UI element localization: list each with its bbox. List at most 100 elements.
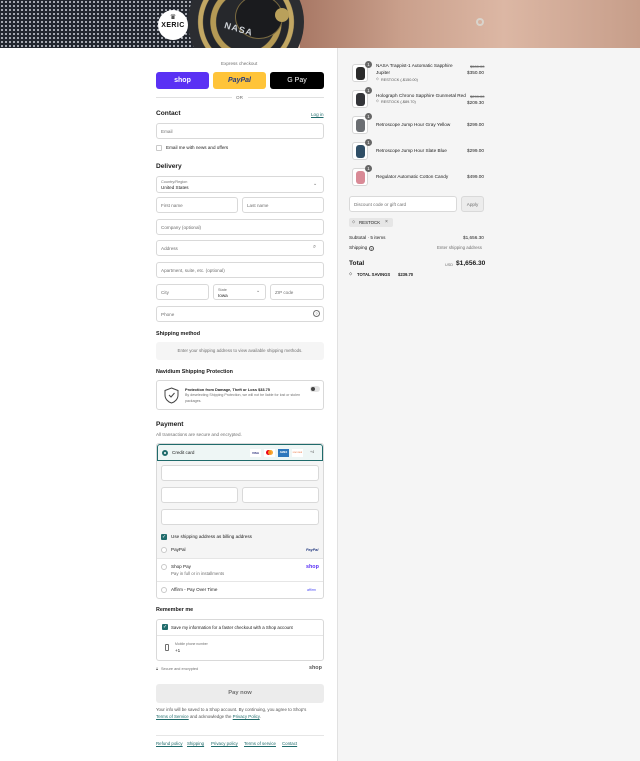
cart-item-thumbnail: 1 bbox=[352, 165, 372, 186]
hero-watch-subdial bbox=[275, 8, 289, 22]
footer-terms-link[interactable]: Terms of service bbox=[244, 741, 276, 746]
protection-card: Protection from Damage, Theft or Loss $3… bbox=[156, 380, 324, 410]
help-icon[interactable]: ? bbox=[313, 310, 320, 317]
express-checkout-label: Express checkout bbox=[221, 61, 258, 66]
cart-item-price: $299.00 bbox=[467, 122, 484, 127]
apply-button[interactable]: Apply bbox=[461, 196, 484, 212]
quantity-badge: 1 bbox=[365, 87, 372, 94]
city-field[interactable]: City bbox=[156, 284, 209, 300]
paypal-option-label[interactable]: PayPal bbox=[171, 547, 186, 552]
contact-title: Contact bbox=[156, 110, 181, 117]
state-value: Iowa bbox=[218, 293, 228, 298]
address-field[interactable]: Address bbox=[156, 240, 324, 256]
credit-card-option[interactable]: Credit card VISA AMEX DISCOVER +4 bbox=[157, 444, 323, 461]
visa-icon: VISA bbox=[250, 449, 261, 457]
disclaimer-and: and acknowledge the bbox=[189, 714, 232, 719]
protection-toggle[interactable] bbox=[310, 386, 320, 392]
cart-item-name: Retroscope Jump Hour Gray Yellow bbox=[376, 122, 451, 127]
brand-logo-text: XERIC bbox=[161, 22, 185, 29]
cart-item-price: $209.30 bbox=[467, 100, 484, 105]
tag-icon: ⬦ bbox=[349, 271, 353, 276]
shop-pay-button[interactable]: shop bbox=[156, 72, 209, 89]
name-on-card-field[interactable] bbox=[161, 509, 319, 525]
cart-item-name: Retroscope Jump Hour Slate Blue bbox=[376, 148, 447, 153]
company-field[interactable]: Company (optional) bbox=[156, 219, 324, 235]
news-checkbox[interactable] bbox=[156, 145, 162, 151]
cart-item-name: Holograph Chrono Sapphire Gunmetal Red bbox=[376, 93, 466, 98]
protection-line1: Protection from Damage, Theft or Loss $3… bbox=[185, 387, 270, 392]
paypal-radio[interactable] bbox=[161, 547, 167, 553]
hero-ring bbox=[476, 18, 484, 26]
cart-item-name: NASA Trappist-1 Automatic Sapphire bbox=[376, 63, 453, 68]
pay-now-button[interactable]: Pay now bbox=[156, 684, 324, 703]
phone-icon bbox=[165, 644, 169, 651]
cart-item-discount: RESTOCK (-$150.00) bbox=[381, 78, 418, 82]
affirm-option-label[interactable]: Affirm - Pay Over Time bbox=[171, 587, 217, 592]
shop-pay-radio[interactable] bbox=[161, 564, 167, 570]
watch-image bbox=[356, 93, 365, 106]
total-savings-value: $239.70 bbox=[398, 272, 414, 277]
discount-code-field[interactable]: Discount code or gift card bbox=[349, 196, 457, 212]
disclaimer-line1: Your info will be saved to a Shop accoun… bbox=[156, 707, 307, 712]
security-code-field[interactable] bbox=[242, 487, 319, 503]
login-link[interactable]: Log in bbox=[311, 112, 324, 117]
card-number-field[interactable] bbox=[161, 465, 319, 481]
subtotal-label: Subtotal · 5 items bbox=[349, 235, 386, 240]
tag-icon: ⬦ bbox=[376, 77, 379, 81]
disclaimer-line2: Terms of Service and acknowledge the Pri… bbox=[156, 714, 261, 719]
secure-label: Secure and encrypted bbox=[161, 667, 199, 671]
chevron-down-icon: ⌄ bbox=[256, 288, 261, 294]
remember-divider bbox=[157, 635, 323, 636]
country-value: United States bbox=[161, 185, 189, 190]
cart-item-price: $499.00 bbox=[467, 174, 484, 179]
protection-title: Navidium Shipping Protection bbox=[156, 369, 233, 375]
google-pay-button[interactable]: G Pay bbox=[270, 72, 324, 89]
tag-icon: ⬦ bbox=[352, 219, 356, 224]
cart-item-old-price: $500.00 bbox=[470, 64, 485, 69]
shipping-label: Shipping bbox=[349, 245, 368, 250]
mobile-field[interactable]: +1 bbox=[175, 648, 180, 653]
apartment-field[interactable]: Apartment, suite, etc. (optional) bbox=[156, 262, 324, 278]
billing-label: Use shipping address as billing address bbox=[171, 534, 252, 539]
expiration-field[interactable] bbox=[161, 487, 238, 503]
cart-item-name-line2: Jupiter bbox=[376, 70, 391, 75]
total-savings-label: TOTAL SAVINGS bbox=[357, 272, 391, 277]
terms-link[interactable]: Terms of Service bbox=[156, 714, 189, 719]
subtotal-value: $1,656.30 bbox=[463, 235, 484, 240]
billing-checkbox[interactable]: ✓ bbox=[161, 534, 167, 540]
footer-contact-link[interactable]: Contact bbox=[282, 741, 297, 746]
close-icon[interactable]: × bbox=[385, 219, 388, 225]
footer-refund-link[interactable]: Refund policy bbox=[156, 741, 183, 746]
or-divider-right bbox=[248, 97, 324, 98]
more-cards-label: +4 bbox=[310, 450, 315, 454]
affirm-radio[interactable] bbox=[161, 587, 167, 593]
quantity-badge: 1 bbox=[365, 113, 372, 120]
credit-card-radio[interactable] bbox=[162, 450, 168, 456]
brand-logo[interactable]: ♛ XERIC bbox=[158, 10, 188, 40]
paypal-express-button[interactable]: PayPal bbox=[213, 72, 266, 89]
country-select[interactable]: Country/Region United States bbox=[156, 176, 324, 193]
last-name-field[interactable]: Last name bbox=[242, 197, 324, 213]
shop-pay-option-label[interactable]: Shop Pay bbox=[171, 564, 191, 569]
save-info-checkbox[interactable]: ✓ bbox=[162, 624, 168, 630]
total-value: $1,656.30 bbox=[456, 260, 486, 267]
watch-image bbox=[356, 119, 365, 132]
payment-title: Payment bbox=[156, 421, 184, 428]
privacy-link[interactable]: Privacy Policy bbox=[233, 714, 260, 719]
watch-image bbox=[356, 67, 365, 80]
footer-privacy-link[interactable]: Privacy policy bbox=[211, 741, 238, 746]
footer-shipping-link[interactable]: Shipping bbox=[187, 741, 204, 746]
search-icon: ⌕ bbox=[313, 244, 317, 250]
affirm-logo: affirm bbox=[307, 588, 316, 592]
protection-line2: By deselecting Shipping Protection, we w… bbox=[185, 393, 301, 397]
phone-field[interactable]: Phone bbox=[156, 306, 324, 322]
email-field[interactable]: Email bbox=[156, 123, 324, 139]
crown-icon: ♛ bbox=[169, 14, 177, 21]
zip-field[interactable]: ZIP code bbox=[270, 284, 324, 300]
paypal-logo: PayPal bbox=[306, 548, 319, 552]
help-icon[interactable]: ? bbox=[369, 246, 374, 251]
credit-card-label: Credit card bbox=[172, 450, 195, 455]
shipping-value: Enter shipping address bbox=[437, 245, 482, 250]
cart-item-name: Regulator Automatic Cotton Candy bbox=[376, 174, 449, 179]
first-name-field[interactable]: First name bbox=[156, 197, 238, 213]
